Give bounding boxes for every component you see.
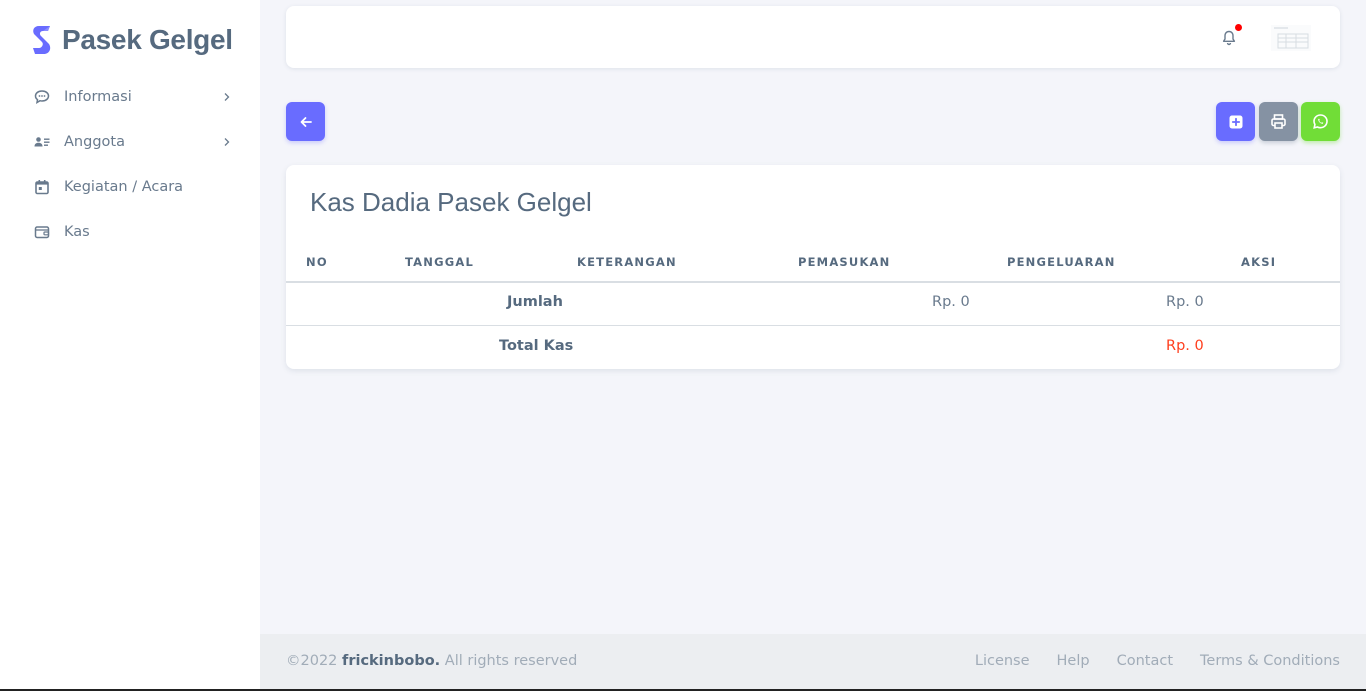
arrow-left-icon xyxy=(300,116,312,127)
wallet-icon xyxy=(32,222,52,242)
user-avatar[interactable] xyxy=(1270,22,1312,54)
sidebar-item-informasi[interactable]: Informasi xyxy=(16,74,244,119)
sidebar-item-anggota[interactable]: Anggota xyxy=(16,119,244,164)
footer: ©2022 frickinbobo. All rights reserved L… xyxy=(260,634,1366,689)
jumlah-pemasukan: Rp. 0 xyxy=(932,294,970,310)
plus-square-icon xyxy=(1229,115,1242,128)
sidebar-item-label: Anggota xyxy=(64,133,125,150)
chevron-right-icon xyxy=(224,92,230,101)
notification-dot xyxy=(1235,24,1242,31)
calendar-icon xyxy=(32,177,52,197)
print-button[interactable] xyxy=(1259,102,1298,141)
users-list-icon xyxy=(32,132,52,152)
jumlah-label: Jumlah xyxy=(507,294,563,310)
sidebar: Pasek Gelgel Informasi Anggota Kegiatan … xyxy=(0,0,260,691)
table-header-keterangan: KETERANGAN xyxy=(577,255,677,269)
sidebar-item-label: Informasi xyxy=(64,88,132,105)
total-kas-label: Total Kas xyxy=(499,338,574,354)
footer-link-terms[interactable]: Terms & Conditions xyxy=(1200,653,1340,669)
chat-bubble-icon xyxy=(32,87,52,107)
jumlah-pengeluaran: Rp. 0 xyxy=(1166,294,1204,310)
brand[interactable]: Pasek Gelgel xyxy=(30,22,233,58)
footer-author-link[interactable]: frickinbobo. xyxy=(342,653,440,669)
footer-link-help[interactable]: Help xyxy=(1057,653,1090,669)
table-header-divider xyxy=(286,281,1340,283)
total-kas-value: Rp. 0 xyxy=(1166,338,1204,354)
table-header-pemasukan: PEMASUKAN xyxy=(798,255,891,269)
whatsapp-icon xyxy=(1313,114,1328,129)
back-button[interactable] xyxy=(286,102,325,141)
add-kas-button[interactable] xyxy=(1216,102,1255,141)
kas-card: Kas Dadia Pasek Gelgel NO TANGGAL KETERA… xyxy=(286,165,1340,369)
footer-link-contact[interactable]: Contact xyxy=(1117,653,1173,669)
sidebar-item-kas[interactable]: Kas xyxy=(16,209,244,254)
table-header-pengeluaran: PENGELUARAN xyxy=(1007,255,1116,269)
footer-year: ©2022 xyxy=(286,653,338,669)
sidebar-item-kegiatan[interactable]: Kegiatan / Acara xyxy=(16,164,244,209)
footer-links: License Help Contact Terms & Conditions xyxy=(948,653,1340,669)
brand-logo-icon xyxy=(33,26,51,54)
sidebar-menu: Informasi Anggota Kegiatan / Acara Kas xyxy=(16,74,244,254)
sidebar-item-label: Kegiatan / Acara xyxy=(64,178,184,195)
bell-icon[interactable] xyxy=(1219,28,1239,48)
printer-icon xyxy=(1271,114,1286,129)
whatsapp-share-button[interactable] xyxy=(1301,102,1340,141)
table-header-tanggal: TANGGAL xyxy=(405,255,474,269)
top-navbar xyxy=(286,6,1340,68)
footer-copyright: ©2022 frickinbobo. All rights reserved xyxy=(286,653,577,669)
footer-rights: All rights reserved xyxy=(444,653,578,669)
table-header-no: NO xyxy=(306,255,328,269)
page-title: Kas Dadia Pasek Gelgel xyxy=(310,187,592,217)
table-row-divider xyxy=(286,325,1340,326)
sidebar-item-label: Kas xyxy=(64,223,90,240)
footer-link-license[interactable]: License xyxy=(975,653,1030,669)
brand-name: Pasek Gelgel xyxy=(62,24,233,55)
table-header-aksi: AKSI xyxy=(1241,255,1277,269)
chevron-right-icon xyxy=(224,137,230,146)
